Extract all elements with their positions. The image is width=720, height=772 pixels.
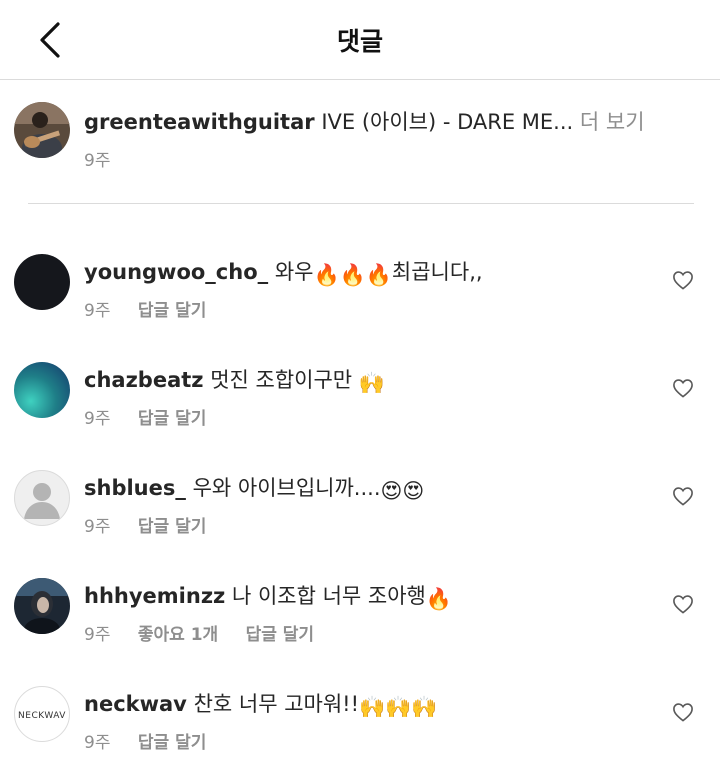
heart-icon[interactable] (672, 270, 694, 290)
comment-time: 9주 (84, 409, 111, 429)
comment-text: 와우 (274, 260, 314, 284)
comment-row: shblues_ 우와 아이브입니까....😍😍 9주 답글 달기 (0, 442, 720, 550)
comment-username[interactable]: youngwoo_cho_ (84, 260, 268, 284)
caption-time: 9주 (84, 151, 111, 171)
comment-text: 멋진 조합이구만 (210, 368, 353, 392)
fire-emoji: 🔥 (425, 587, 453, 611)
reply-button[interactable]: 답글 달기 (138, 733, 206, 753)
comment-text-tail: 최곱니다,, (391, 260, 483, 284)
caption-username[interactable]: greenteawithguitar (84, 110, 315, 134)
avatar[interactable] (14, 578, 70, 634)
comment-time: 9주 (84, 625, 111, 645)
divider (28, 203, 694, 204)
comment-row: youngwoo_cho_ 와우🔥🔥🔥최곱니다,, 9주 답글 달기 (0, 226, 720, 334)
neckwav-logo-icon: NECKWAV (18, 711, 66, 721)
more-link[interactable]: 더 보기 (580, 110, 645, 134)
comment-text: 우와 아이브입니까.... (192, 476, 381, 500)
comment-text: 찬호 너무 고마워!! (193, 692, 359, 716)
comment-text: 나 이조합 너무 조아행 (231, 584, 426, 608)
fire-emoji: 🔥🔥🔥 (313, 263, 392, 287)
likes-count[interactable]: 좋아요 1개 (138, 625, 218, 645)
avatar[interactable] (14, 470, 70, 526)
default-avatar-icon (24, 483, 60, 519)
avatar[interactable] (14, 362, 70, 418)
reply-button[interactable]: 답글 달기 (138, 409, 206, 429)
heart-icon[interactable] (672, 702, 694, 722)
raising-hands-emoji: 🙌 (358, 371, 385, 395)
post-caption: greenteawithguitar IVE (아이브) - DARE ME..… (0, 80, 720, 205)
heart-icon[interactable] (672, 594, 694, 614)
heart-eyes-emoji: 😍😍 (380, 479, 425, 503)
reply-button[interactable]: 답글 달기 (138, 517, 206, 537)
avatar[interactable]: NECKWAV (14, 686, 70, 742)
comment-row: NECKWAV neckwav 찬호 너무 고마워!!🙌🙌🙌 9주 답글 달기 (0, 658, 720, 766)
comment-username[interactable]: hhhyeminzz (84, 584, 225, 608)
svg-text:NECKWAV: NECKWAV (18, 711, 66, 721)
comment-time: 9주 (84, 301, 111, 321)
comment-username[interactable]: neckwav (84, 692, 187, 716)
avatar-portrait-photo (14, 578, 70, 634)
heart-icon[interactable] (672, 378, 694, 398)
comment-time: 9주 (84, 517, 111, 537)
raising-hands-emoji: 🙌🙌🙌 (359, 695, 438, 719)
heart-icon[interactable] (672, 486, 694, 506)
comment-username[interactable]: shblues_ (84, 476, 186, 500)
reply-button[interactable]: 답글 달기 (246, 625, 314, 645)
page-title: 댓글 (336, 27, 383, 56)
comment-time: 9주 (84, 733, 111, 753)
avatar[interactable] (14, 254, 70, 310)
header-bar: 댓글 (0, 0, 720, 80)
avatar[interactable] (14, 102, 70, 158)
avatar-guitar-photo (14, 102, 70, 158)
reply-button[interactable]: 답글 달기 (138, 301, 206, 321)
comment-row: chazbeatz 멋진 조합이구만 🙌 9주 답글 달기 (0, 334, 720, 442)
comment-row: hhhyeminzz 나 이조합 너무 조아행🔥 9주 좋아요 1개 답글 달기 (0, 550, 720, 658)
caption-text: IVE (아이브) - DARE ME... (321, 110, 574, 134)
comment-username[interactable]: chazbeatz (84, 368, 204, 392)
